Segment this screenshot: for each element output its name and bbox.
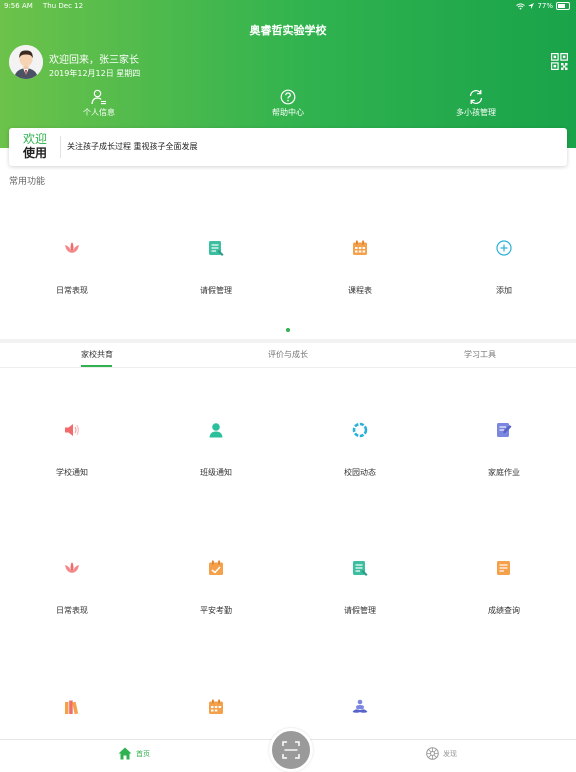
lotus-icon <box>65 562 79 573</box>
battery-percent: 77% <box>537 2 553 10</box>
grid-item-school-notice[interactable]: 学校通知 <box>22 421 122 478</box>
common-functions-title: 常用功能 <box>9 177 46 187</box>
grid-item-books[interactable] <box>22 698 122 716</box>
person-info-icon <box>91 89 106 105</box>
person-icon <box>209 423 223 438</box>
speaker-icon <box>65 424 79 436</box>
date-text: 2019年12月12日 星期四 <box>49 69 141 78</box>
scan-icon <box>282 741 300 759</box>
grid-item-label: 成绩查询 <box>488 606 520 615</box>
school-title: 奥睿哲实验学校 <box>249 24 327 37</box>
grid-item-label: 平安考勤 <box>200 606 232 615</box>
grid-item-label: 校园动态 <box>344 468 376 477</box>
meditation-icon <box>352 699 368 713</box>
welcome-banner[interactable]: 欢迎 使用 关注孩子成长过程 重视孩子全面发展 <box>9 128 567 166</box>
grid-item-meditation[interactable] <box>310 698 410 716</box>
tab-study-tools[interactable]: 学习工具 <box>420 349 540 360</box>
lotus-icon <box>65 242 79 253</box>
battery-icon <box>556 2 570 10</box>
grid-item-daily[interactable]: 日常表现 <box>22 559 122 616</box>
grid-item-leave[interactable]: 请假管理 <box>310 559 410 616</box>
help-icon <box>280 89 296 105</box>
common-item-label: 课程表 <box>348 286 372 295</box>
add-circle-icon <box>496 240 512 256</box>
attendance-icon <box>209 560 223 575</box>
leave-doc-icon <box>209 241 224 256</box>
grid-item-attendance[interactable]: 平安考勤 <box>166 559 266 616</box>
bottom-tab-label: 发现 <box>443 749 457 758</box>
grid-item-homework[interactable]: 家庭作业 <box>454 421 554 478</box>
grid-item-label: 学校通知 <box>56 468 88 477</box>
common-item-leave[interactable]: 请假管理 <box>166 239 266 296</box>
bottom-tab-label: 首页 <box>136 749 150 758</box>
grid-item-score[interactable]: 成绩查询 <box>454 559 554 616</box>
location-icon <box>528 3 535 9</box>
welcome-badge: 欢迎 使用 <box>17 132 53 160</box>
wifi-icon <box>516 2 526 9</box>
tab-evaluation[interactable]: 评价与成长 <box>228 349 348 360</box>
grid-item-label: 家庭作业 <box>488 468 520 477</box>
banner-divider <box>60 136 61 158</box>
home-icon <box>118 747 132 760</box>
grid-item-class-notice[interactable]: 班级通知 <box>166 421 266 478</box>
nav-label: 多小孩管理 <box>456 108 496 117</box>
calendar-icon <box>353 240 367 255</box>
status-date: Thu Dec 12 <box>43 2 84 10</box>
leave-doc-icon <box>353 561 368 576</box>
common-item-schedule[interactable]: 课程表 <box>310 239 410 296</box>
nav-multi-child[interactable]: 多小孩管理 <box>436 89 516 118</box>
bottom-tab-home[interactable]: 首页 <box>118 747 150 760</box>
welcome-text: 欢迎回来，张三家长 <box>49 55 139 66</box>
active-tab-indicator <box>81 365 112 367</box>
banner-text: 关注孩子成长过程 重视孩子全面发展 <box>67 142 198 151</box>
tab-home-school[interactable]: 家校共育 <box>37 349 157 360</box>
bottom-tab-discover[interactable]: 发现 <box>426 747 457 760</box>
score-icon <box>497 561 510 575</box>
books-icon <box>65 700 79 715</box>
calendar-icon <box>209 699 223 714</box>
header: 9:56 AM Thu Dec 12 77% 奥睿哲实验学校 欢迎回来，张三家长… <box>0 0 576 148</box>
grid-item-calendar[interactable] <box>166 698 266 716</box>
status-time: 9:56 AM <box>4 2 33 10</box>
discover-icon <box>426 747 439 760</box>
badge-line-2: 使用 <box>22 146 47 160</box>
grid-item-campus-news[interactable]: 校园动态 <box>310 421 410 478</box>
page-indicator-dot[interactable] <box>286 328 290 332</box>
nav-personal-info[interactable]: 个人信息 <box>59 89 139 118</box>
common-item-add[interactable]: 添加 <box>454 239 554 296</box>
avatar[interactable] <box>9 45 43 79</box>
badge-line-1: 欢迎 <box>22 132 47 146</box>
nav-label: 个人信息 <box>83 108 115 117</box>
grid-item-label: 日常表现 <box>56 606 88 615</box>
switch-child-icon <box>469 90 483 104</box>
scan-button[interactable] <box>269 728 313 772</box>
common-item-daily[interactable]: 日常表现 <box>22 239 122 296</box>
grid-item-label: 班级通知 <box>200 468 232 477</box>
status-bar: 9:56 AM Thu Dec 12 77% <box>0 0 576 12</box>
qr-code-icon[interactable] <box>551 53 568 70</box>
grid-item-label: 请假管理 <box>344 606 376 615</box>
nav-label: 帮助中心 <box>272 108 304 117</box>
common-item-label: 添加 <box>496 286 512 295</box>
refresh-ring-icon <box>352 422 368 438</box>
common-item-label: 日常表现 <box>56 286 88 295</box>
common-item-label: 请假管理 <box>200 286 232 295</box>
homework-icon <box>497 423 512 437</box>
nav-help-center[interactable]: 帮助中心 <box>248 89 328 118</box>
